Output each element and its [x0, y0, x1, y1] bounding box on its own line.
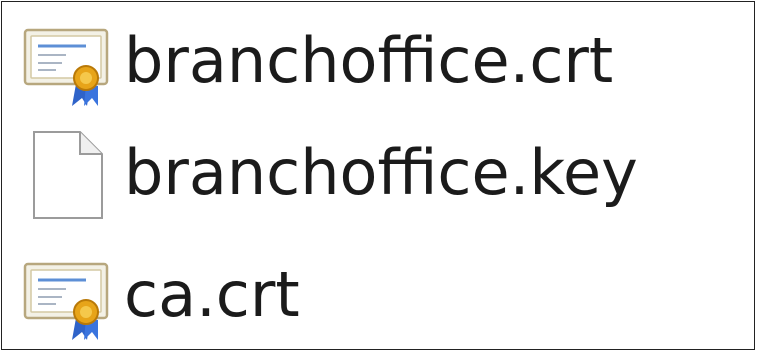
- file-name: branchoffice.key: [124, 136, 638, 209]
- certificate-icon: [22, 252, 114, 342]
- certificate-icon: [22, 18, 114, 108]
- file-list-panel: branchoffice.crt branchoffice.key ca.crt: [1, 1, 755, 350]
- file-item-ca-crt[interactable]: ca.crt: [22, 247, 300, 347]
- file-item-branchoffice-key[interactable]: branchoffice.key: [22, 125, 638, 225]
- blank-file-icon: [22, 130, 114, 220]
- file-list: branchoffice.crt branchoffice.key ca.crt: [2, 2, 754, 349]
- file-name: branchoffice.crt: [124, 24, 614, 97]
- file-item-branchoffice-crt[interactable]: branchoffice.crt: [22, 13, 613, 113]
- file-name: ca.crt: [124, 258, 300, 331]
